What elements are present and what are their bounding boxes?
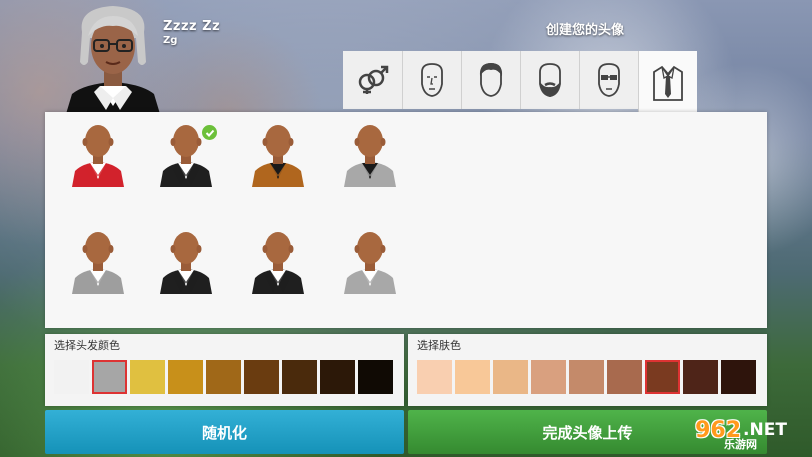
page-title: 创建您的头像 bbox=[546, 23, 625, 38]
hair-color-swatch[interactable] bbox=[282, 360, 317, 394]
outfit-option[interactable] bbox=[249, 232, 307, 294]
hair-color-swatch[interactable] bbox=[244, 360, 279, 394]
hair-color-swatch[interactable] bbox=[358, 360, 393, 394]
skin-color-swatch[interactable] bbox=[721, 360, 756, 394]
tab-gender[interactable] bbox=[343, 51, 402, 109]
hair-color-swatch[interactable] bbox=[320, 360, 355, 394]
face-icon bbox=[421, 63, 443, 97]
skin-color-swatch[interactable] bbox=[569, 360, 604, 394]
player-name: Zzzz Zz bbox=[163, 19, 221, 34]
tab-glasses[interactable] bbox=[579, 51, 638, 109]
hair-color-swatch[interactable] bbox=[206, 360, 241, 394]
skin-color-swatch[interactable] bbox=[531, 360, 566, 394]
skin-color-swatch[interactable] bbox=[493, 360, 528, 394]
outfit-option[interactable] bbox=[69, 125, 127, 187]
skin-color-swatches bbox=[417, 360, 756, 394]
skin-color-swatch[interactable] bbox=[683, 360, 718, 394]
tab-face[interactable] bbox=[402, 51, 461, 109]
avatar-preview bbox=[66, 6, 160, 114]
skin-color-panel: 选择肤色 bbox=[408, 334, 767, 406]
tab-hair[interactable] bbox=[461, 51, 520, 109]
skin-color-swatch[interactable] bbox=[645, 360, 680, 394]
beard-icon bbox=[539, 63, 561, 97]
outfit-grid-panel bbox=[45, 112, 767, 328]
hair-color-label: 选择头发颜色 bbox=[54, 339, 120, 352]
watermark-subtitle: 乐游网 bbox=[724, 438, 757, 451]
outfit-option[interactable] bbox=[249, 125, 307, 187]
category-tabs bbox=[343, 51, 697, 115]
hair-color-swatch[interactable] bbox=[54, 360, 89, 394]
outfit-option[interactable] bbox=[341, 232, 399, 294]
skin-color-label: 选择肤色 bbox=[417, 339, 461, 352]
gender-icon bbox=[358, 65, 388, 94]
skin-color-swatch[interactable] bbox=[607, 360, 642, 394]
site-watermark-logo: 962 .NET 乐游网 bbox=[672, 405, 810, 455]
outfit-option[interactable] bbox=[157, 232, 215, 294]
hair-color-panel: 选择头发颜色 bbox=[45, 334, 404, 406]
shirt-tie-icon bbox=[653, 65, 683, 101]
player-subtitle: Zg bbox=[163, 35, 178, 46]
hair-color-swatch[interactable] bbox=[92, 360, 127, 394]
outfit-option[interactable] bbox=[341, 125, 399, 187]
selected-check-icon bbox=[202, 125, 217, 140]
skin-color-swatch[interactable] bbox=[417, 360, 452, 394]
hair-color-swatch[interactable] bbox=[130, 360, 165, 394]
hair-icon bbox=[479, 63, 503, 97]
hair-color-swatches bbox=[54, 360, 393, 394]
skin-color-swatch[interactable] bbox=[455, 360, 490, 394]
randomize-button[interactable]: 随机化 bbox=[45, 410, 404, 454]
hair-color-swatch[interactable] bbox=[168, 360, 203, 394]
outfit-option[interactable] bbox=[69, 232, 127, 294]
tab-outfit[interactable] bbox=[638, 51, 697, 115]
tab-beard[interactable] bbox=[520, 51, 579, 109]
glasses-icon bbox=[598, 63, 620, 97]
